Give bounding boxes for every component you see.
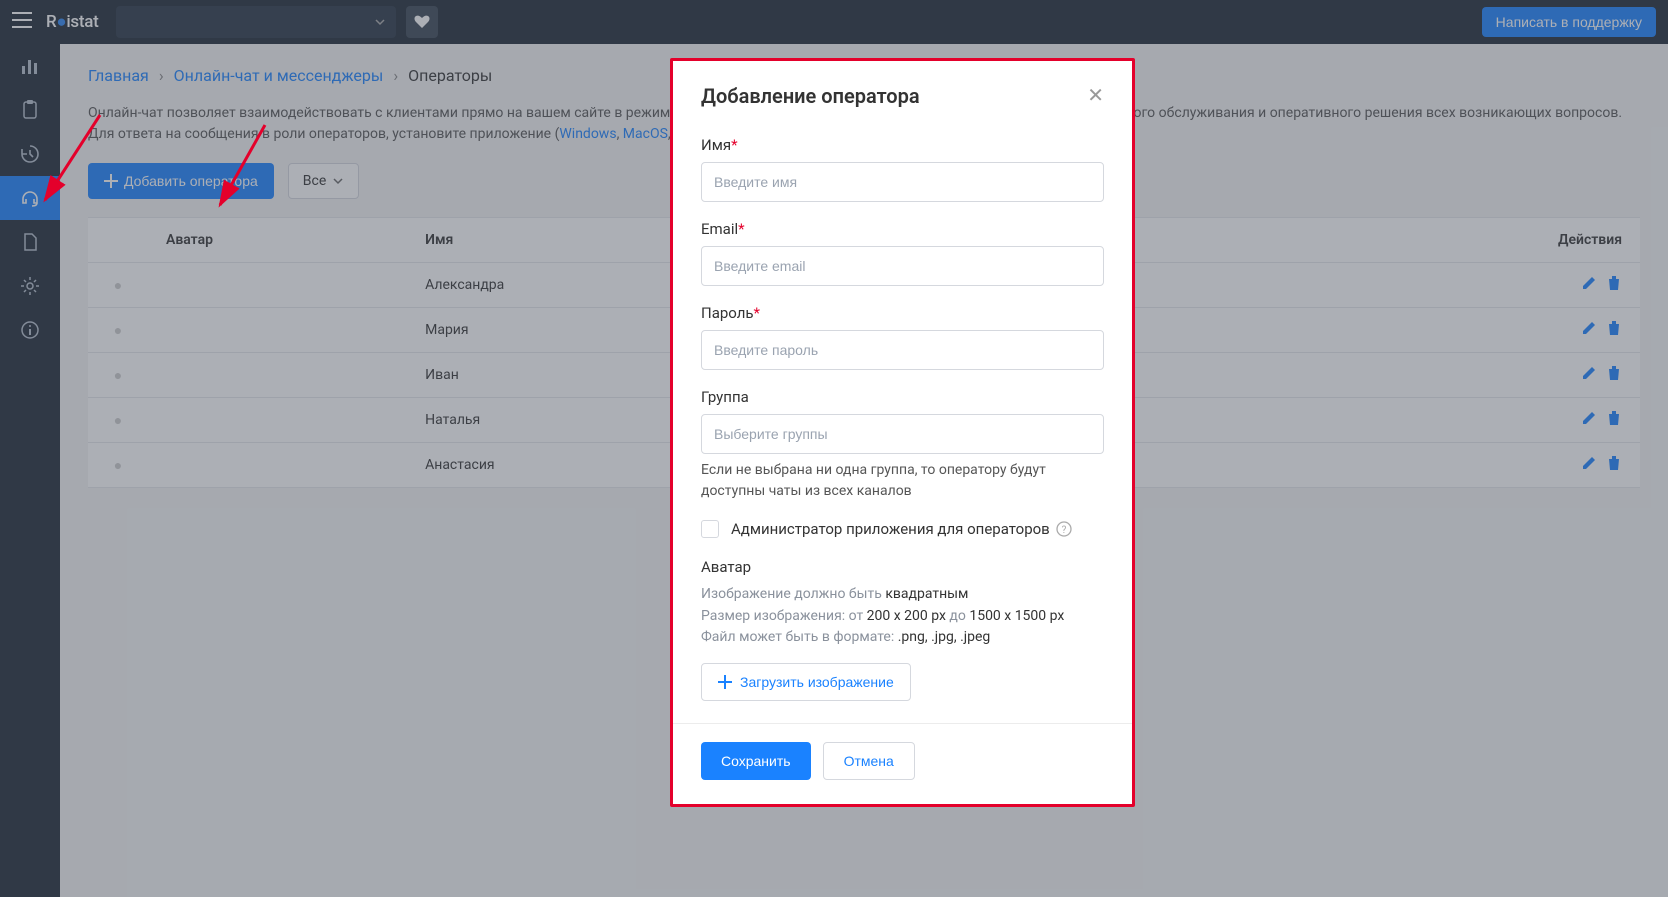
help-icon[interactable]: ? xyxy=(1056,521,1072,537)
group-hint: Если не выбрана ни одна группа, то опера… xyxy=(701,460,1104,502)
email-label: Email* xyxy=(701,220,1104,238)
modal-title: Добавление оператора xyxy=(701,84,920,108)
group-input[interactable] xyxy=(701,414,1104,454)
group-label: Группа xyxy=(701,388,1104,406)
avatar-title: Аватар xyxy=(701,558,1104,576)
email-input[interactable] xyxy=(701,246,1104,286)
plus-icon xyxy=(718,675,732,689)
svg-text:?: ? xyxy=(1061,525,1066,536)
admin-checkbox-label: Администратор приложения для операторов … xyxy=(731,520,1072,538)
avatar-hint: Изображение должно быть квадратным Разме… xyxy=(701,584,1104,649)
upload-image-button[interactable]: Загрузить изображение xyxy=(701,663,911,701)
password-input[interactable] xyxy=(701,330,1104,370)
save-button[interactable]: Сохранить xyxy=(701,742,811,780)
cancel-button[interactable]: Отмена xyxy=(823,742,915,780)
name-label: Имя* xyxy=(701,136,1104,154)
modal-close-button[interactable]: ✕ xyxy=(1087,83,1104,108)
admin-checkbox[interactable] xyxy=(701,520,719,538)
add-operator-modal: Добавление оператора ✕ Имя* Email* Парол… xyxy=(670,58,1135,807)
name-input[interactable] xyxy=(701,162,1104,202)
password-label: Пароль* xyxy=(701,304,1104,322)
